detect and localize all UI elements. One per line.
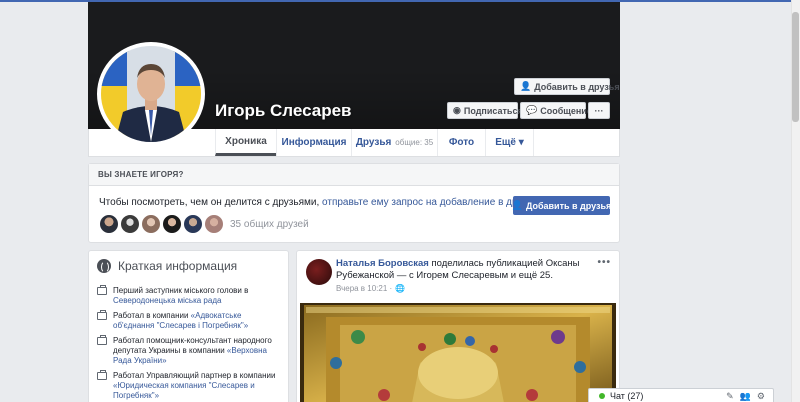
post-timestamp[interactable]: Вчера в 10:21 · 🌐 — [336, 284, 405, 293]
tab-timeline[interactable]: Хроника — [215, 129, 276, 156]
follow-button[interactable]: ◉ Подписаться — [447, 102, 523, 119]
new-group-icon[interactable]: 👥 — [740, 391, 751, 402]
add-friend-label: Добавить в друзья — [534, 81, 620, 92]
send-request-link[interactable]: отправьте ему запрос на добавление в дру… — [322, 197, 540, 208]
tab-friends[interactable]: Друзья общие: 35 — [351, 129, 437, 156]
mutual-friend-avatar[interactable] — [183, 214, 203, 234]
intro-item-text: Работал Управляющий партнер в компании «… — [113, 371, 282, 401]
post-author-name[interactable]: Наталья Боровская — [336, 258, 429, 269]
post-author-avatar[interactable] — [306, 259, 332, 285]
profile-photo — [101, 46, 201, 142]
intro-item-prefix: Перший заступник міського голови в — [113, 286, 249, 295]
mutual-friend-avatar[interactable] — [141, 214, 161, 234]
know-person-text: Чтобы посмотреть, чем он делится с друзь… — [99, 197, 540, 208]
tab-photos-label: Фото — [448, 137, 475, 148]
mutual-friend-avatar[interactable] — [120, 214, 140, 234]
chat-label: Чат (27) — [610, 391, 644, 401]
mutual-friends-count[interactable]: 35 общих друзей — [230, 219, 309, 230]
profile-name[interactable]: Игорь Слесарев — [215, 101, 352, 121]
intro-item-prefix: Работал в компании — [113, 311, 191, 320]
intro-item-link[interactable]: Северодонецька міська рада — [113, 296, 221, 305]
mutual-friend-avatar[interactable] — [162, 214, 182, 234]
mutual-friends: 35 общих друзей — [99, 214, 309, 234]
tab-friends-count: общие: 35 — [395, 138, 434, 147]
more-options-label: ··· — [594, 105, 604, 116]
follow-label: Подписаться — [463, 105, 523, 116]
more-options-button[interactable]: ··· — [588, 102, 610, 119]
briefcase-icon — [97, 285, 107, 295]
add-friend-button[interactable]: 👤 Добавить в друзья — [514, 78, 620, 95]
know-person-title: ВЫ ЗНАЕТЕ ИГОРЯ? — [89, 164, 619, 186]
post-image[interactable] — [300, 303, 616, 402]
briefcase-icon — [97, 310, 107, 320]
post-time-text: Вчера в 10:21 · — [336, 284, 393, 293]
tab-about-label: Информация — [281, 137, 347, 148]
intro-card: Краткая информация Перший заступник місь… — [88, 250, 289, 402]
intro-item: Работал Управляющий партнер в компании «… — [97, 370, 282, 401]
mutual-friend-avatar[interactable] — [99, 214, 119, 234]
tab-more[interactable]: Ещё ▾ — [485, 129, 534, 156]
briefcase-icon — [97, 370, 107, 380]
tab-about[interactable]: Информация — [276, 129, 351, 156]
tab-timeline-label: Хроника — [225, 135, 267, 147]
add-friend-blue-label: Добавить в друзья — [525, 200, 612, 211]
page-scrollbar[interactable] — [791, 0, 800, 402]
gear-icon[interactable]: ⚙ — [757, 391, 765, 402]
intro-header: Краткая информация — [97, 259, 237, 273]
tab-more-label: Ещё ▾ — [495, 137, 524, 148]
messenger-icon: 💬 — [526, 105, 538, 115]
post-header-text: Наталья Боровская поделилась публикацией… — [336, 258, 586, 282]
add-friend-icon: 👤 — [520, 81, 532, 91]
intro-item-text: Перший заступник міського голови в Север… — [113, 286, 282, 306]
rss-icon: ◉ — [453, 105, 461, 115]
online-indicator — [599, 393, 605, 399]
intro-item-link[interactable]: «Юридическая компания "Слесарев и Погреб… — [113, 381, 255, 400]
tab-photos[interactable]: Фото — [437, 129, 485, 156]
compose-icon[interactable]: ✎ — [726, 391, 734, 402]
intro-item-text: Работал в компании «Адвокатське об'єднан… — [113, 311, 282, 331]
feed-post: Наталья Боровская поделилась публикацией… — [296, 250, 620, 402]
tab-friends-label: Друзья — [355, 137, 392, 148]
intro-item: Работал в компании «Адвокатське об'єднан… — [97, 310, 282, 331]
intro-item: Работал помощник-консультант народного д… — [97, 335, 282, 366]
public-globe-icon: 🌐 — [395, 284, 406, 293]
intro-item-text: Работал помощник-консультант народного д… — [113, 336, 282, 366]
intro-title: Краткая информация — [118, 259, 238, 273]
message-label: Сообщение — [540, 105, 592, 116]
know-person-message: Чтобы посмотреть, чем он делится с друзь… — [99, 197, 323, 208]
add-friend-blue-icon: 👤 — [511, 200, 523, 210]
mutual-friend-avatar[interactable] — [204, 214, 224, 234]
post-options-button[interactable]: ••• — [597, 257, 611, 268]
know-person-card: ВЫ ЗНАЕТЕ ИГОРЯ? Чтобы посмотреть, чем о… — [88, 163, 620, 243]
message-button[interactable]: 💬 Сообщение — [520, 102, 592, 119]
briefcase-icon — [97, 335, 107, 345]
icon-artwork — [300, 303, 616, 402]
intro-item: Перший заступник міського голови в Север… — [97, 285, 282, 306]
scrollbar-thumb[interactable] — [792, 12, 799, 122]
globe-icon — [97, 259, 111, 273]
add-friend-blue-button[interactable]: 👤 Добавить в друзья — [511, 196, 612, 215]
profile-avatar[interactable] — [97, 42, 205, 146]
intro-item-prefix: Работал Управляющий партнер в компании — [113, 371, 276, 380]
chat-bar[interactable]: Чат (27) ✎ 👥 ⚙ — [588, 388, 774, 402]
chat-tools: ✎ 👥 ⚙ — [726, 391, 773, 402]
